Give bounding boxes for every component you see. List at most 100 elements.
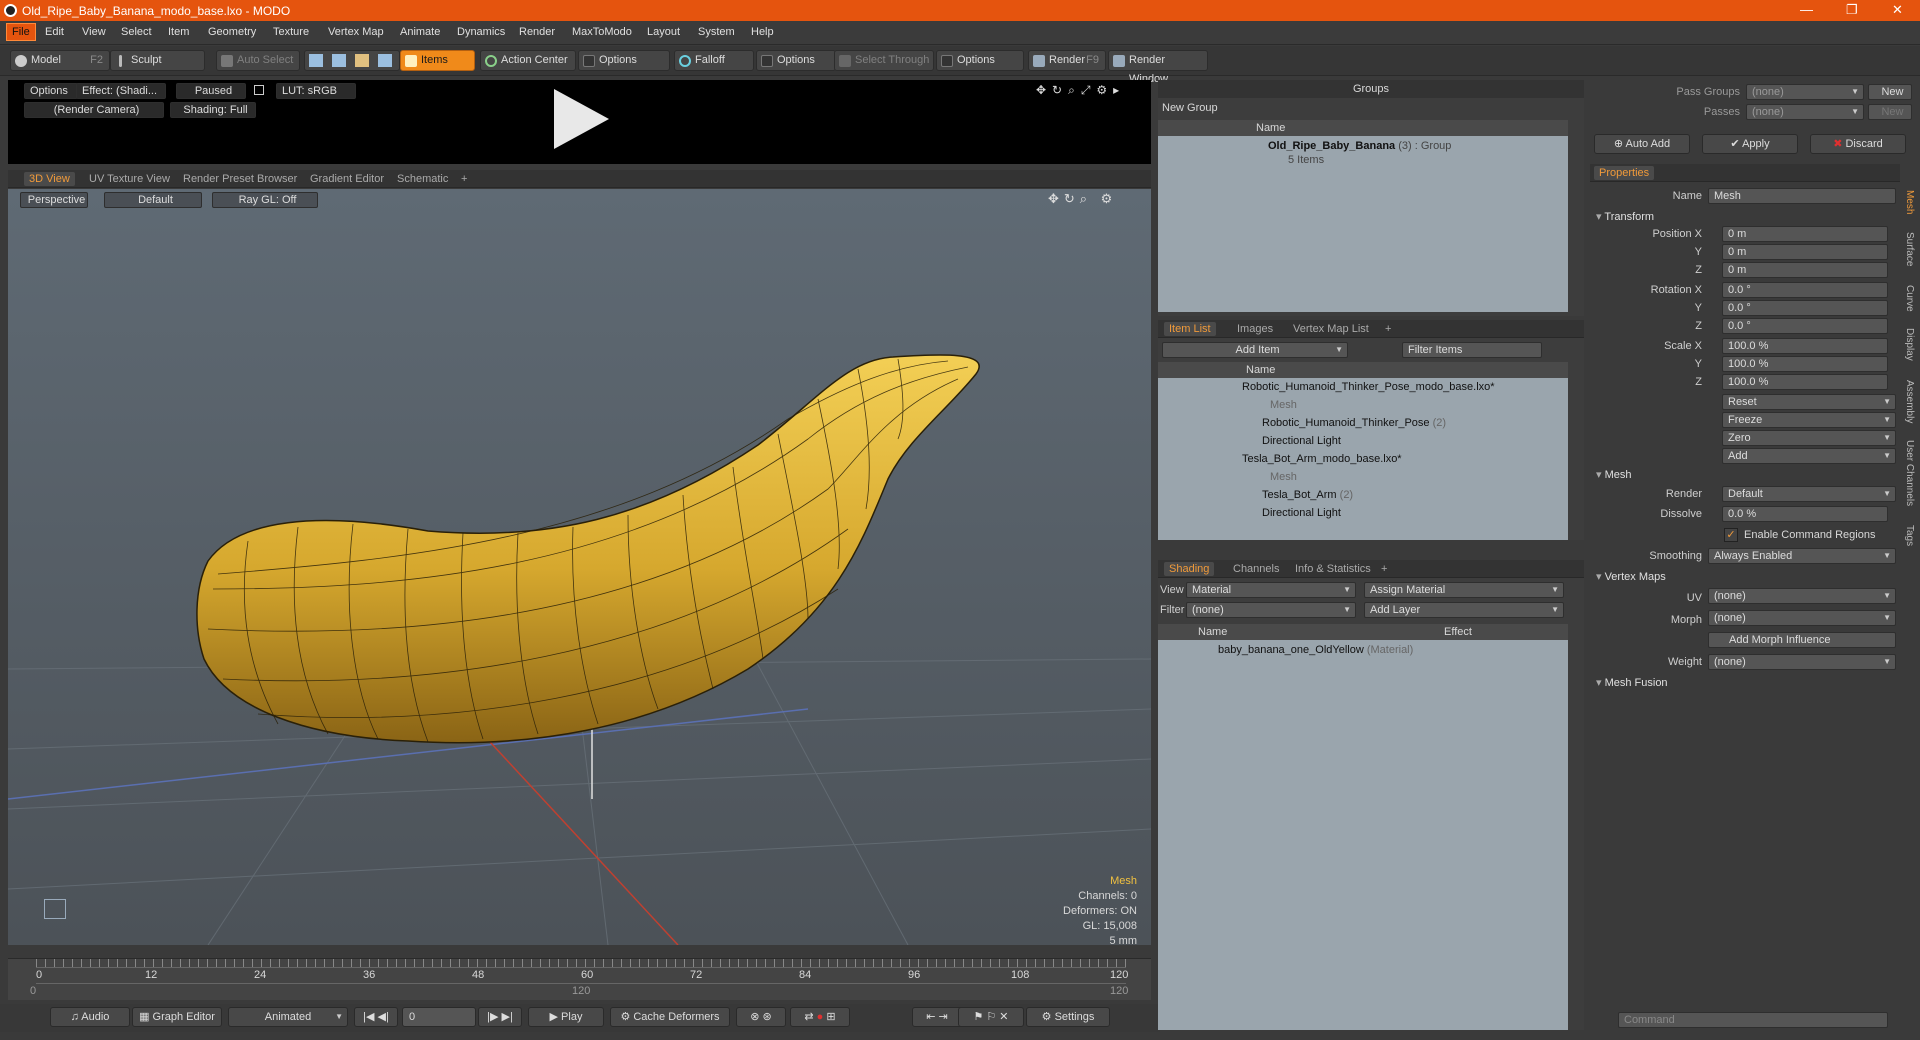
menu-help[interactable]: Help — [751, 26, 774, 38]
scene-item[interactable]: Robotic_Humanoid_Thinker_Pose_modo_base.… — [1242, 381, 1495, 393]
jump-end-buttons[interactable]: |▶ ▶| — [478, 1007, 522, 1027]
filter-items-input[interactable]: Filter Items — [1402, 342, 1542, 358]
zero-dropdown[interactable]: Zero — [1722, 430, 1896, 446]
menu-item[interactable]: Item — [168, 26, 189, 38]
mesh-section[interactable]: Mesh — [1596, 468, 1632, 481]
smoothing-dropdown[interactable]: Always Enabled — [1708, 548, 1896, 564]
vertices-mode-icon[interactable] — [309, 54, 323, 67]
jump-start-buttons[interactable]: |◀ ◀| — [354, 1007, 398, 1027]
menu-animate[interactable]: Animate — [400, 26, 440, 38]
side-tab-user-channels[interactable]: User Channels — [1904, 440, 1915, 506]
apply-button[interactable]: ✔ Apply — [1702, 134, 1798, 154]
preview-options-button[interactable]: Options — [24, 83, 78, 99]
enable-command-regions-checkbox[interactable]: ✓ — [1724, 528, 1738, 542]
raygl-toggle[interactable]: Ray GL: Off — [212, 192, 318, 208]
model-mode-button[interactable]: Model F2 — [10, 50, 110, 71]
menu-geometry[interactable]: Geometry — [208, 26, 256, 38]
add-tab-button[interactable]: + — [456, 172, 472, 186]
groups-list[interactable]: Old_Ripe_Baby_Banana (3) : Group 5 Items — [1158, 136, 1568, 312]
record-buttons[interactable]: ⇄ ● ⊞ — [790, 1007, 850, 1027]
dissolve-field[interactable]: 0.0 % — [1722, 506, 1888, 522]
tab-shading[interactable]: Shading — [1164, 562, 1215, 576]
preview-nav-icons[interactable]: ✥↻⌕⤢⚙▸ — [1036, 83, 1125, 98]
material-item[interactable]: baby_banana_one_OldYellow (Material) — [1218, 644, 1413, 656]
new-pass-group-button[interactable]: New — [1868, 84, 1912, 100]
side-tab-mesh[interactable]: Mesh — [1904, 190, 1915, 214]
maximize-icon[interactable]: ❐ — [1846, 2, 1858, 18]
settings-button[interactable]: ⚙ Settings — [1026, 1007, 1110, 1027]
name-field[interactable]: Mesh — [1708, 188, 1896, 204]
add-tab-button[interactable]: + — [1376, 562, 1392, 576]
animated-dropdown[interactable]: Animated — [228, 1007, 348, 1027]
add-dropdown[interactable]: Add — [1722, 448, 1896, 464]
weight-dropdown[interactable]: (none) — [1708, 654, 1896, 670]
sculpt-mode-button[interactable]: Sculpt — [110, 50, 205, 71]
position-x-field[interactable]: 0 m — [1722, 226, 1888, 242]
edges-mode-icon[interactable] — [332, 54, 346, 67]
menu-texture[interactable]: Texture — [273, 26, 309, 38]
tab-vertex-map-list[interactable]: Vertex Map List — [1288, 322, 1374, 336]
viewport-3d[interactable]: Perspective Default Ray GL: Off ✥↻⌕ ⚙ Me… — [8, 189, 1151, 945]
key-options-buttons[interactable]: ⚑ ⚐ ✕ — [958, 1007, 1024, 1027]
locator-item[interactable]: Tesla_Bot_Arm (2) — [1262, 489, 1353, 501]
select-through-options-button[interactable]: Options — [936, 50, 1024, 71]
view-dropdown[interactable]: Material — [1186, 582, 1356, 598]
side-tab-surface[interactable]: Surface — [1904, 232, 1915, 266]
key-buttons[interactable]: ⊗ ⊛ — [736, 1007, 786, 1027]
rotation-z-field[interactable]: 0.0 ° — [1722, 318, 1888, 334]
side-tab-assembly[interactable]: Assembly — [1904, 380, 1915, 423]
menu-vertex-map[interactable]: Vertex Map — [328, 26, 384, 38]
menu-maxtomodo[interactable]: MaxToModo — [572, 26, 632, 38]
item-list-tree[interactable]: Robotic_Humanoid_Thinker_Pose_modo_base.… — [1158, 378, 1568, 540]
menu-render[interactable]: Render — [519, 26, 555, 38]
render-button[interactable]: Render F9 — [1028, 50, 1106, 71]
tab-item-list[interactable]: Item List — [1164, 322, 1216, 336]
scene-item[interactable]: Tesla_Bot_Arm_modo_base.lxo* — [1242, 453, 1402, 465]
scale-x-field[interactable]: 100.0 % — [1722, 338, 1888, 354]
preview-effect-dropdown[interactable]: Effect: (Shadi... — [76, 83, 166, 99]
menu-view[interactable]: View — [82, 26, 106, 38]
add-layer-dropdown[interactable]: Add Layer — [1364, 602, 1564, 618]
position-z-field[interactable]: 0 m — [1722, 262, 1888, 278]
morph-dropdown[interactable]: (none) — [1708, 610, 1896, 626]
preview-camera-dropdown[interactable]: (Render Camera) — [24, 102, 164, 118]
tab-info-statistics[interactable]: Info & Statistics — [1290, 562, 1376, 576]
side-tab-tags[interactable]: Tags — [1904, 525, 1915, 546]
render-dropdown[interactable]: Default — [1722, 486, 1896, 502]
falloff-button[interactable]: Falloff — [674, 50, 754, 71]
side-tab-display[interactable]: Display — [1904, 328, 1915, 361]
menu-layout[interactable]: Layout — [647, 26, 680, 38]
materials-mode-icon[interactable] — [378, 54, 392, 67]
transform-section[interactable]: Transform — [1596, 210, 1654, 223]
light-item[interactable]: Directional Light — [1262, 507, 1341, 519]
default-style-dropdown[interactable]: Default — [104, 192, 202, 208]
uv-dropdown[interactable]: (none) — [1708, 588, 1896, 604]
frame-input[interactable]: 0 — [402, 1007, 476, 1027]
menu-file[interactable]: File — [6, 23, 36, 41]
cache-deformers-button[interactable]: ⚙ Cache Deformers — [610, 1007, 730, 1027]
group-item[interactable]: Old_Ripe_Baby_Banana (3) : Group — [1268, 140, 1451, 152]
tab-render-preset-browser[interactable]: Render Preset Browser — [178, 172, 302, 186]
vertex-maps-section[interactable]: Vertex Maps — [1596, 570, 1666, 583]
locator-item[interactable]: Robotic_Humanoid_Thinker_Pose (2) — [1262, 417, 1446, 429]
add-item-dropdown[interactable]: Add Item — [1162, 342, 1348, 358]
render-window-button[interactable]: Render Window — [1108, 50, 1208, 85]
preview-shading-dropdown[interactable]: Shading: Full — [170, 102, 256, 118]
play-button[interactable]: ▶ Play — [528, 1007, 604, 1027]
falloff-options-button[interactable]: Options — [756, 50, 836, 71]
minimize-icon[interactable]: — — [1800, 2, 1813, 17]
preview-paused-button[interactable]: Paused — [176, 83, 246, 99]
preview-lut-dropdown[interactable]: LUT: sRGB — [276, 83, 356, 99]
menu-edit[interactable]: Edit — [45, 26, 64, 38]
scale-y-field[interactable]: 100.0 % — [1722, 356, 1888, 372]
scale-z-field[interactable]: 100.0 % — [1722, 374, 1888, 390]
new-group-button[interactable]: New Group — [1162, 102, 1218, 114]
mesh-fusion-section[interactable]: Mesh Fusion — [1596, 676, 1668, 689]
menu-system[interactable]: System — [698, 26, 735, 38]
play-preview-icon[interactable] — [544, 84, 614, 154]
audio-button[interactable]: ♫ Audio — [50, 1007, 130, 1027]
new-pass-button[interactable]: New — [1868, 104, 1912, 120]
passes-dropdown[interactable]: (none) — [1746, 104, 1864, 120]
side-tab-curve[interactable]: Curve — [1904, 285, 1915, 312]
shader-tree[interactable]: baby_banana_one_OldYellow (Material) — [1158, 640, 1568, 1030]
